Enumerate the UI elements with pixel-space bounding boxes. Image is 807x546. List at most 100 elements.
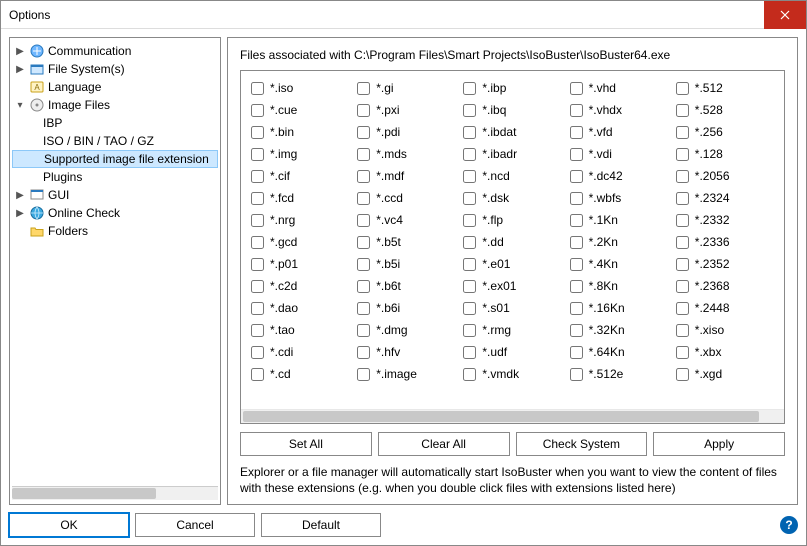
extension-checkbox[interactable]	[357, 346, 370, 359]
apply-button[interactable]: Apply	[653, 432, 785, 456]
extensions-hscroll-thumb[interactable]	[243, 411, 759, 422]
extension-checkbox[interactable]	[357, 324, 370, 337]
extension-checkbox[interactable]	[676, 324, 689, 337]
extension-checkbox[interactable]	[676, 236, 689, 249]
extension-checkbox[interactable]	[570, 346, 583, 359]
extension-checkbox[interactable]	[251, 280, 264, 293]
chevron-right-icon[interactable]: ▶	[14, 64, 26, 75]
tree-item[interactable]: ▶Folders	[12, 222, 218, 240]
chevron-right-icon[interactable]: ▶	[14, 208, 26, 219]
extension-checkbox[interactable]	[357, 104, 370, 117]
tree-item[interactable]: ▶Supported image file extension	[12, 150, 218, 168]
extension-checkbox[interactable]	[676, 346, 689, 359]
extension-checkbox[interactable]	[251, 104, 264, 117]
extension-checkbox[interactable]	[251, 170, 264, 183]
extension-checkbox[interactable]	[357, 280, 370, 293]
tree-item[interactable]: ▶IBP	[12, 114, 218, 132]
extension-checkbox[interactable]	[463, 324, 476, 337]
extension-checkbox[interactable]	[251, 258, 264, 271]
extension-checkbox[interactable]	[463, 192, 476, 205]
close-button[interactable]	[764, 1, 806, 29]
extension-checkbox[interactable]	[570, 192, 583, 205]
extension-checkbox[interactable]	[676, 192, 689, 205]
tree-item[interactable]: ▶Communication	[12, 42, 218, 60]
extension-checkbox[interactable]	[251, 126, 264, 139]
extension-checkbox[interactable]	[463, 104, 476, 117]
cancel-button[interactable]: Cancel	[135, 513, 255, 537]
tree-item[interactable]: ▶Online Check	[12, 204, 218, 222]
extension-checkbox[interactable]	[676, 170, 689, 183]
extension-checkbox[interactable]	[251, 302, 264, 315]
category-tree[interactable]: ▶Communication▶File System(s)▶ALanguage▾…	[12, 42, 218, 486]
extension-checkbox[interactable]	[357, 258, 370, 271]
extension-checkbox[interactable]	[570, 126, 583, 139]
extension-checkbox[interactable]	[251, 82, 264, 95]
extension-checkbox[interactable]	[357, 214, 370, 227]
extension-checkbox[interactable]	[570, 368, 583, 381]
extension-checkbox[interactable]	[570, 324, 583, 337]
extension-checkbox[interactable]	[676, 148, 689, 161]
chevron-right-icon[interactable]: ▶	[14, 46, 26, 57]
default-button[interactable]: Default	[261, 513, 381, 537]
set-all-button[interactable]: Set All	[240, 432, 372, 456]
extensions-hscrollbar[interactable]	[241, 409, 784, 423]
tree-hscrollbar[interactable]	[12, 486, 218, 500]
tree-hscroll-thumb[interactable]	[12, 488, 156, 499]
extension-checkbox[interactable]	[463, 170, 476, 183]
tree-item[interactable]: ▶GUI	[12, 186, 218, 204]
extension-checkbox[interactable]	[357, 126, 370, 139]
extension-checkbox[interactable]	[463, 346, 476, 359]
extension-checkbox[interactable]	[463, 368, 476, 381]
extension-checkbox[interactable]	[676, 368, 689, 381]
extension-checkbox[interactable]	[463, 148, 476, 161]
extension-checkbox[interactable]	[570, 104, 583, 117]
extension-checkbox[interactable]	[463, 82, 476, 95]
extension-checkbox[interactable]	[570, 302, 583, 315]
extension-checkbox[interactable]	[676, 104, 689, 117]
extension-checkbox[interactable]	[357, 368, 370, 381]
extension-checkbox[interactable]	[463, 302, 476, 315]
extension-checkbox[interactable]	[676, 258, 689, 271]
extension-checkbox[interactable]	[357, 192, 370, 205]
extension-checkbox[interactable]	[676, 302, 689, 315]
extension-checkbox[interactable]	[357, 302, 370, 315]
extension-checkbox[interactable]	[463, 258, 476, 271]
extension-checkbox[interactable]	[251, 346, 264, 359]
extension-checkbox[interactable]	[676, 214, 689, 227]
ok-button[interactable]: OK	[9, 513, 129, 537]
help-button[interactable]: ?	[780, 516, 798, 534]
extension-checkbox[interactable]	[570, 258, 583, 271]
extension-checkbox[interactable]	[463, 236, 476, 249]
tree-item[interactable]: ▶ISO / BIN / TAO / GZ	[12, 132, 218, 150]
tree-item[interactable]: ▶ALanguage	[12, 78, 218, 96]
extension-checkbox[interactable]	[251, 214, 264, 227]
extension-checkbox[interactable]	[357, 236, 370, 249]
extension-checkbox[interactable]	[463, 214, 476, 227]
extension-checkbox[interactable]	[570, 236, 583, 249]
tree-item[interactable]: ▶Plugins	[12, 168, 218, 186]
tree-item[interactable]: ▶File System(s)	[12, 60, 218, 78]
extension-checkbox[interactable]	[676, 82, 689, 95]
extension-checkbox[interactable]	[570, 170, 583, 183]
extension-checkbox[interactable]	[251, 148, 264, 161]
extension-checkbox[interactable]	[251, 192, 264, 205]
extension-checkbox[interactable]	[676, 126, 689, 139]
extension-checkbox[interactable]	[251, 236, 264, 249]
extension-checkbox[interactable]	[570, 280, 583, 293]
extension-checkbox[interactable]	[570, 214, 583, 227]
check-system-button[interactable]: Check System	[516, 432, 648, 456]
extension-checkbox[interactable]	[570, 82, 583, 95]
extension-checkbox[interactable]	[463, 280, 476, 293]
chevron-down-icon[interactable]: ▾	[14, 100, 26, 111]
chevron-right-icon[interactable]: ▶	[14, 190, 26, 201]
extension-checkbox[interactable]	[676, 280, 689, 293]
extension-checkbox[interactable]	[570, 148, 583, 161]
extension-checkbox[interactable]	[357, 82, 370, 95]
extension-checkbox[interactable]	[357, 170, 370, 183]
extension-checkbox[interactable]	[463, 126, 476, 139]
extension-checkbox[interactable]	[251, 368, 264, 381]
extension-checkbox[interactable]	[357, 148, 370, 161]
tree-item[interactable]: ▾Image Files	[12, 96, 218, 114]
extension-checkbox[interactable]	[251, 324, 264, 337]
clear-all-button[interactable]: Clear All	[378, 432, 510, 456]
